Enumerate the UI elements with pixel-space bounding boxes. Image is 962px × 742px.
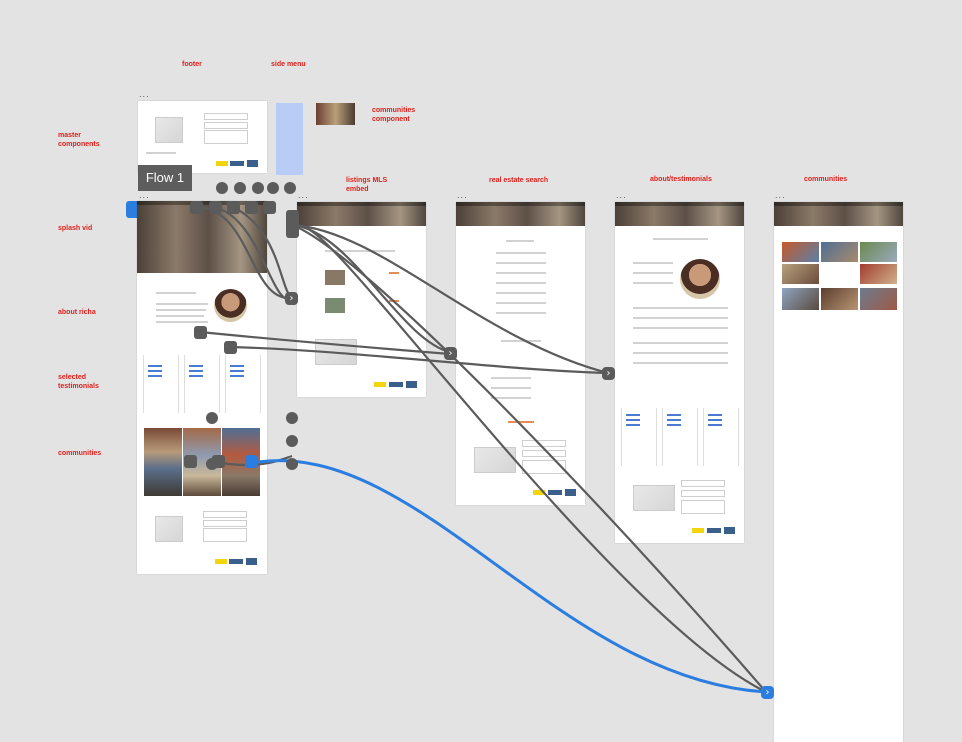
hotspot-node[interactable] <box>212 455 225 468</box>
link-target-arrow-selected[interactable]: › <box>761 686 774 699</box>
hotspot-node[interactable] <box>286 210 299 238</box>
connection-node[interactable] <box>216 182 228 194</box>
connection-node[interactable] <box>252 182 264 194</box>
connection-node[interactable] <box>286 435 298 447</box>
hotspot-node[interactable] <box>263 201 276 214</box>
hotspot-node[interactable] <box>194 326 207 339</box>
hotspot-node[interactable] <box>184 455 197 468</box>
connection-node[interactable] <box>284 182 296 194</box>
connection-node[interactable] <box>286 412 298 424</box>
link-target-arrow[interactable]: › <box>444 347 457 360</box>
connection-node[interactable] <box>267 182 279 194</box>
connection-node[interactable] <box>206 412 218 424</box>
hotspot-node[interactable] <box>245 201 258 214</box>
connection-node[interactable] <box>286 458 298 470</box>
hotspot-node[interactable] <box>224 341 237 354</box>
prototype-connections <box>195 205 767 694</box>
hotspot-node[interactable] <box>209 201 222 214</box>
selected-hotspot-node[interactable] <box>245 455 258 468</box>
hotspot-node[interactable] <box>227 201 240 214</box>
hotspot-node[interactable] <box>190 201 203 214</box>
connection-node[interactable] <box>234 182 246 194</box>
link-target-arrow[interactable]: › <box>285 292 298 305</box>
link-target-arrow[interactable]: › <box>602 367 615 380</box>
